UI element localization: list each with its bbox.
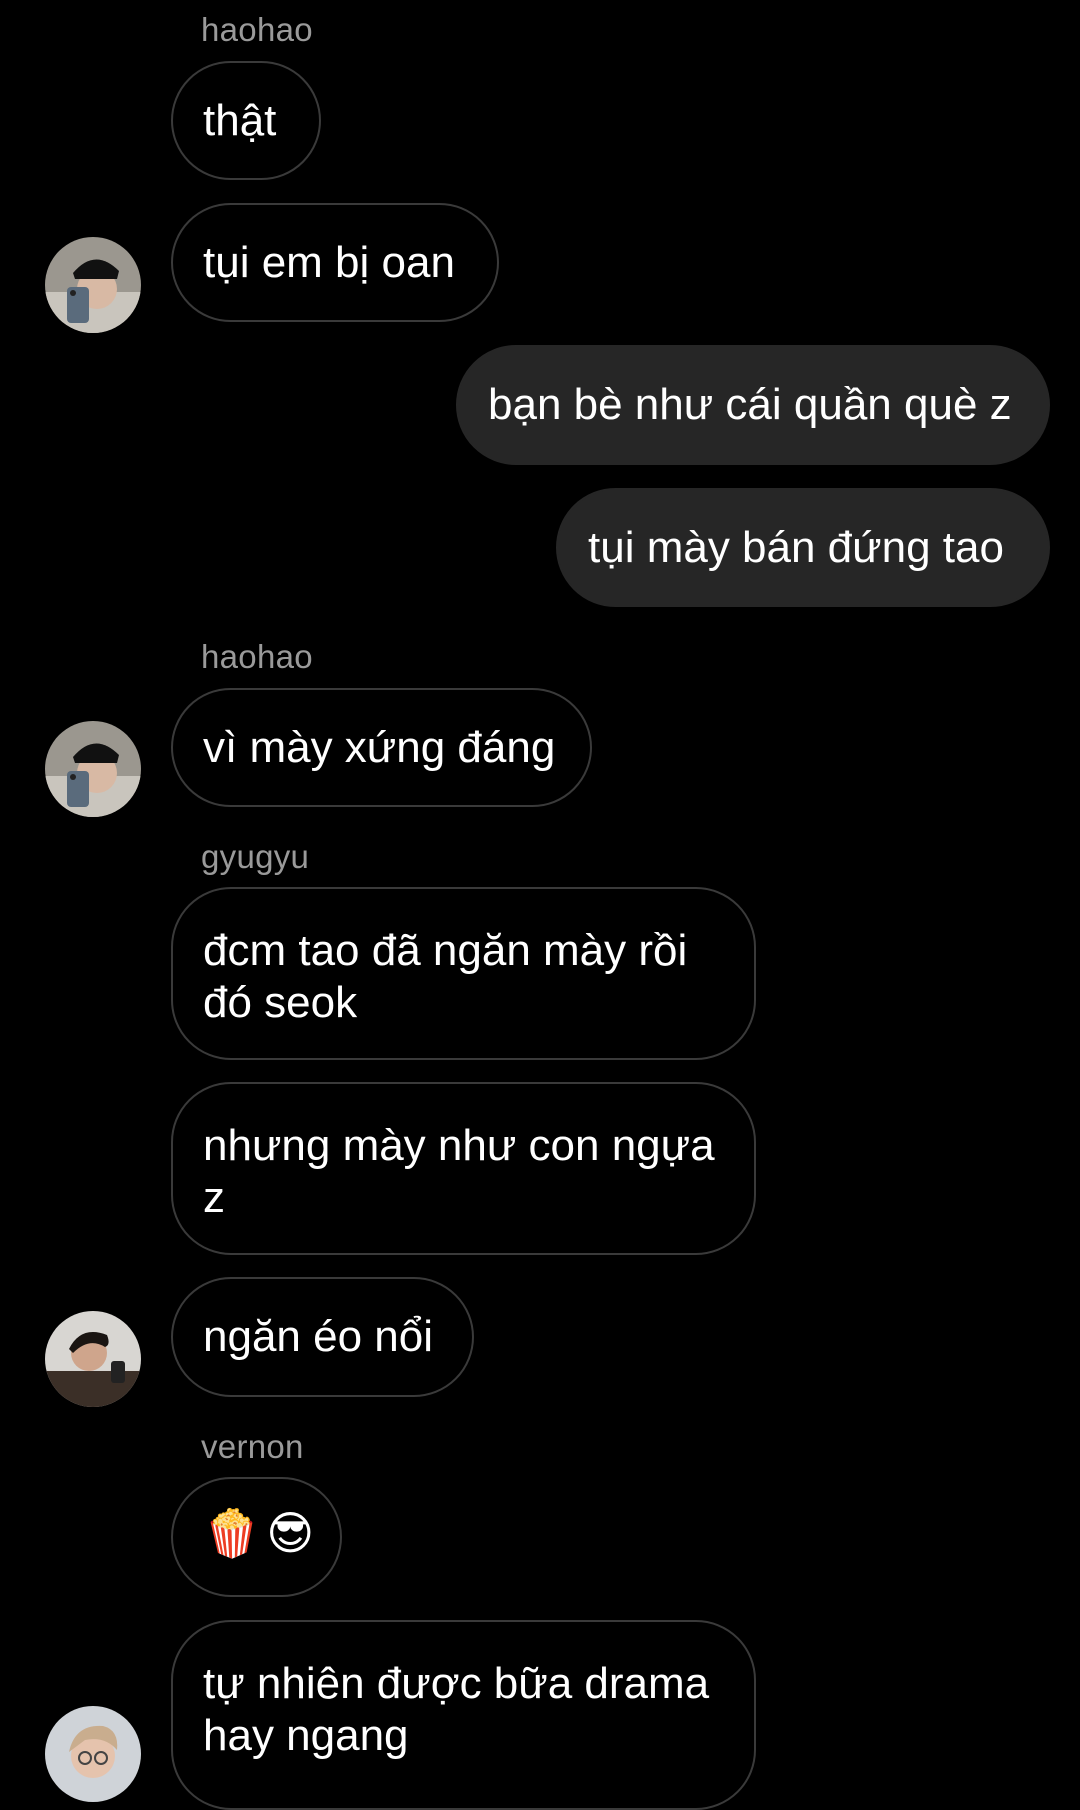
message-text: đcm tao đã ngăn mày rồi đó seok [203,926,688,1027]
avatar-haohao[interactable] [45,237,141,333]
sender-name: haohao [201,11,313,48]
sender-name: haohao [201,638,313,675]
message-text: thật [203,96,277,145]
avatar-image [45,237,141,333]
sender-name: gyugyu [201,838,310,875]
message-bubble[interactable]: tụi em bị oan [171,203,499,322]
avatar-image [45,721,141,817]
avatar-image [45,1311,141,1407]
message-text: bạn bè như cái quần què z [488,380,1012,429]
message-text: tụi em bị oan [203,238,455,287]
message-bubble[interactable]: ngăn éo nổi [171,1277,474,1397]
avatar-vernon[interactable] [45,1706,141,1802]
chat-thread: haohao thật tụi em bị oan bạn bè như cái… [0,0,1080,1810]
message-text: tự nhiên được bữa drama hay ngang [203,1659,710,1760]
outgoing-message-bubble[interactable]: bạn bè như cái quần què z [456,345,1050,465]
message-bubble[interactable]: tự nhiên được bữa drama hay ngang [171,1620,756,1810]
message-text: ngăn éo nổi [203,1312,433,1361]
message-bubble[interactable]: nhưng mày như con ngựa z [171,1082,756,1255]
avatar-haohao[interactable] [45,721,141,817]
message-text: nhưng mày như con ngựa z [203,1121,715,1222]
message-bubble[interactable]: thật [171,61,321,180]
sender-name: vernon [201,1428,304,1465]
outgoing-message-bubble[interactable]: tụi mày bán đứng tao [556,488,1050,607]
emoji-popcorn-sunglasses: 🍿😎 [203,1507,321,1559]
avatar-gyugyu[interactable] [45,1311,141,1407]
message-bubble[interactable]: vì mày xứng đáng [171,688,592,807]
message-bubble[interactable]: 🍿😎 [171,1477,342,1597]
message-text: vì mày xứng đáng [203,723,556,772]
avatar-image [45,1706,141,1802]
message-bubble[interactable]: đcm tao đã ngăn mày rồi đó seok [171,887,756,1060]
message-text: tụi mày bán đứng tao [588,523,1004,572]
